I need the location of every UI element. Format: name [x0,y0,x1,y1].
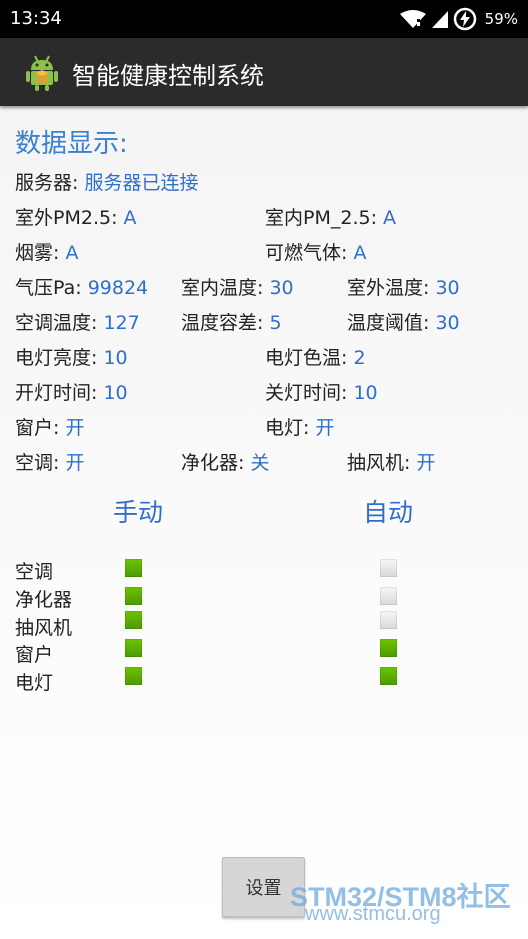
device-label-light: 电灯 [15,672,54,694]
light-brightness-field: 电灯亮度: 10 [15,343,128,370]
device-label-window: 窗户 [15,644,54,666]
manual-indicator-window[interactable] [125,639,142,657]
indoor-pm-field: 室内PM_2.5: A [265,203,396,230]
battery-percent: 59% [484,10,518,28]
smoke-field: 烟雾: A [15,238,78,265]
ac-field: 空调: 开 [15,448,84,475]
ac-temp-value: 127 [103,312,140,334]
ac-value: 开 [65,452,85,474]
temp-threshold-value: 30 [435,312,460,334]
device-label-ac: 空调 [15,561,54,583]
section-title: 数据显示: [15,129,128,159]
gas-field: 可燃气体: A [265,238,366,265]
light-off-time-field: 关灯时间: 10 [265,378,378,405]
pressure-label: 气压Pa: [15,277,88,299]
ac-label: 空调: [15,452,66,474]
auto-indicator-exhaust-fan[interactable] [380,611,397,629]
status-time: 13:34 [10,8,62,29]
indoor-temp-label: 室内温度: [181,277,270,299]
light-on-time-field: 开灯时间: 10 [15,378,128,405]
manual-indicator-ac[interactable] [125,559,142,577]
outdoor-temp-value: 30 [435,277,460,299]
gas-value: A [353,242,367,264]
light-color-temp-label: 电灯色温: [265,347,354,369]
auto-indicator-light[interactable] [380,667,397,685]
indoor-temp-value: 30 [269,277,294,299]
light-on-time-label: 开灯时间: [15,382,104,404]
window-label: 窗户: [15,417,66,439]
temp-tolerance-label: 温度容差: [181,312,270,334]
device-label-purifier: 净化器 [15,589,73,611]
app-title: 智能健康控制系统 [72,62,264,90]
purifier-label: 净化器: [181,452,251,474]
light-value: 开 [315,417,335,439]
status-bar: 13:34 59% [0,0,528,38]
manual-indicator-light[interactable] [125,667,142,685]
light-off-time-label: 关灯时间: [265,382,354,404]
server-value: 服务器已连接 [84,172,199,194]
light-field: 电灯: 开 [265,413,334,440]
purifier-field: 净化器: 关 [181,448,269,475]
gas-label: 可燃气体: [265,242,354,264]
smoke-label: 烟雾: [15,242,66,264]
light-off-time-value: 10 [353,382,378,404]
manual-indicator-exhaust-fan[interactable] [125,611,142,629]
auto-indicator-ac[interactable] [380,559,397,577]
auto-mode-label[interactable]: 自动 [363,493,413,529]
wifi-icon [399,10,426,28]
light-label: 电灯: [265,417,316,439]
outdoor-temp-label: 室外温度: [347,277,436,299]
purifier-value: 关 [250,452,270,474]
action-bar: 智能健康控制系统 [0,38,528,106]
outdoor-temp-field: 室外温度: 30 [347,273,460,300]
auto-indicator-purifier[interactable] [380,587,397,605]
signal-icon [431,11,448,28]
indoor-pm-label: 室内PM_2.5: [265,207,384,229]
outdoor-pm-label: 室外PM2.5: [15,207,124,229]
temp-threshold-label: 温度阈值: [347,312,436,334]
window-value: 开 [65,417,85,439]
temp-tolerance-field: 温度容差: 5 [181,308,282,335]
battery-charging-icon [453,7,476,31]
exhaust-fan-label: 抽风机: [347,452,417,474]
status-icons: 59% [399,7,518,31]
outdoor-pm-value: A [123,207,137,229]
window-field: 窗户: 开 [15,413,84,440]
device-label-exhaust-fan: 抽风机 [15,617,73,639]
light-color-temp-value: 2 [353,347,366,369]
manual-mode-label[interactable]: 手动 [113,493,163,529]
android-app-icon [26,55,58,91]
exhaust-fan-value: 开 [416,452,436,474]
server-label: 服务器: [15,172,85,194]
indoor-temp-field: 室内温度: 30 [181,273,294,300]
indoor-pm-value: A [383,207,397,229]
exhaust-fan-field: 抽风机: 开 [347,448,435,475]
auto-indicator-window[interactable] [380,639,397,657]
smoke-value: A [65,242,79,264]
light-brightness-value: 10 [103,347,128,369]
manual-indicator-purifier[interactable] [125,587,142,605]
light-brightness-label: 电灯亮度: [15,347,104,369]
ac-temp-label: 空调温度: [15,312,104,334]
light-color-temp-field: 电灯色温: 2 [265,343,366,370]
temp-threshold-field: 温度阈值: 30 [347,308,460,335]
pressure-field: 气压Pa: 99824 [15,273,148,300]
temp-tolerance-value: 5 [269,312,282,334]
ac-temp-field: 空调温度: 127 [15,308,140,335]
watermark-url: www.stmcu.org [305,903,441,925]
server-status: 服务器: 服务器已连接 [15,168,198,195]
pressure-value: 99824 [87,277,149,299]
light-on-time-value: 10 [103,382,128,404]
outdoor-pm-field: 室外PM2.5: A [15,203,137,230]
